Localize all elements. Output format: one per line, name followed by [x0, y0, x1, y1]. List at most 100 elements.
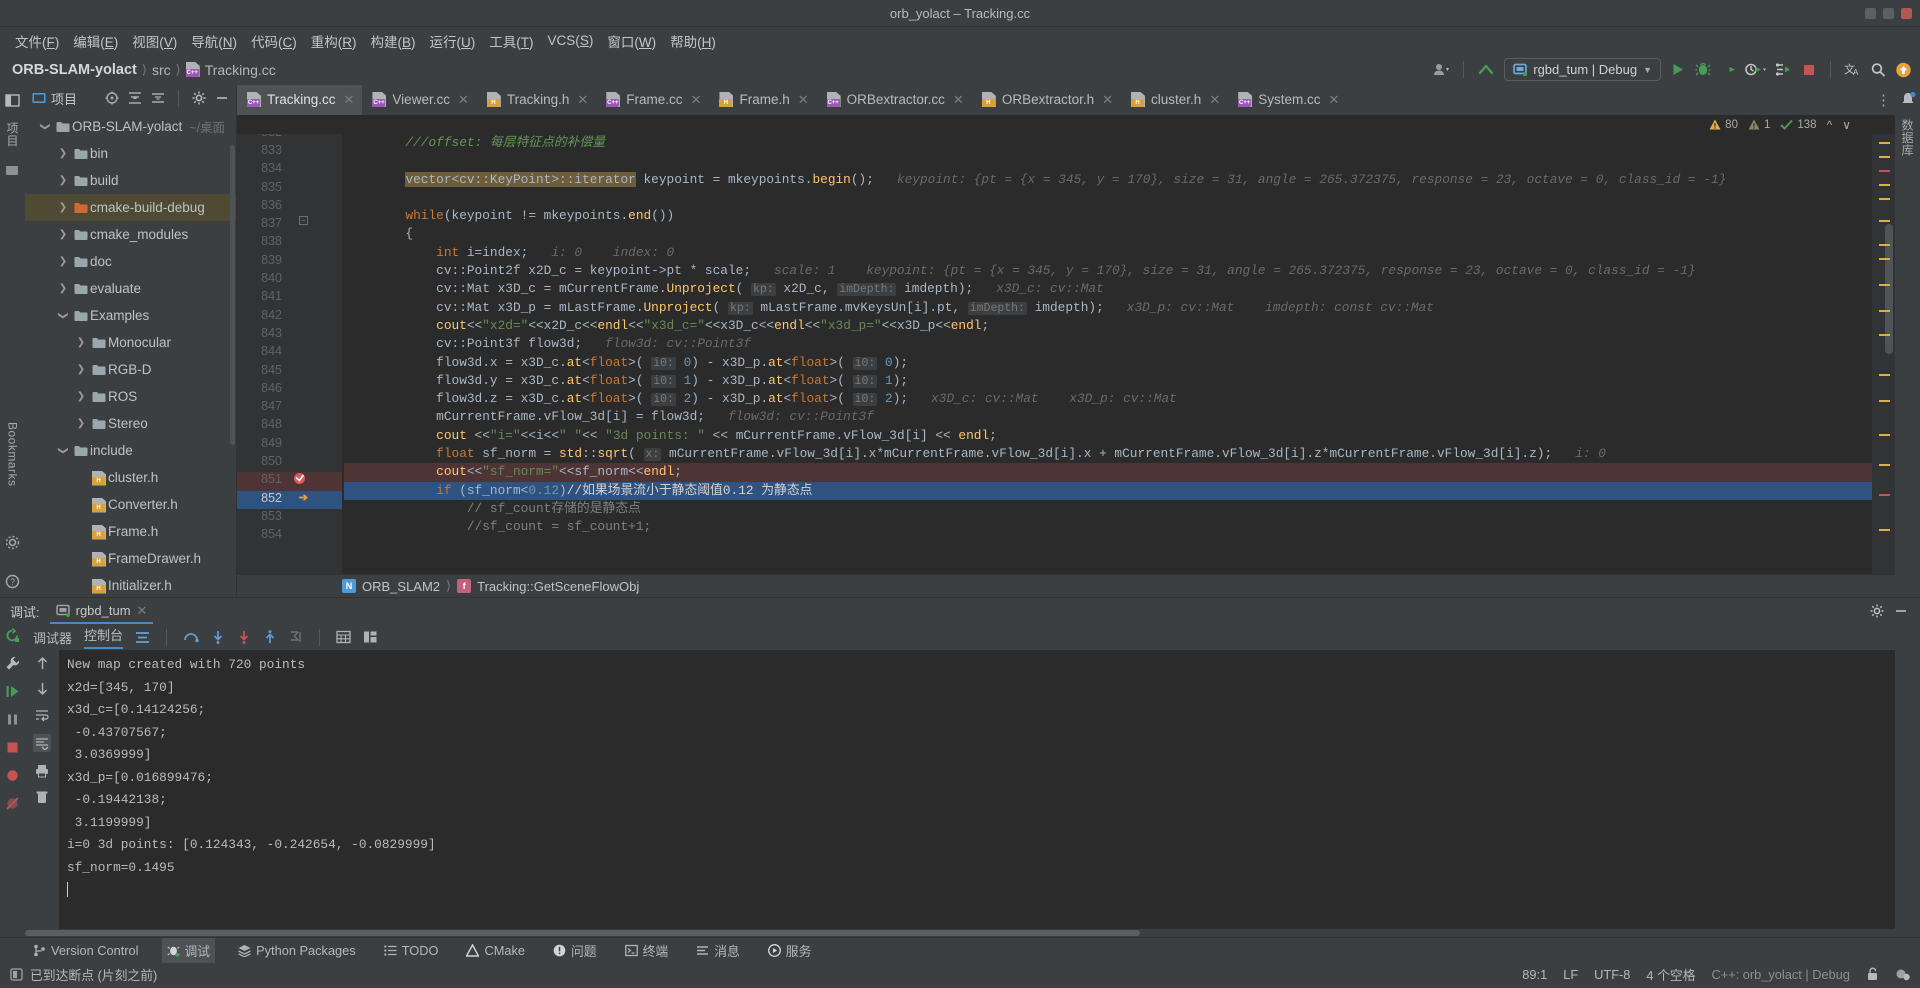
- annotation-mark[interactable]: [1879, 244, 1890, 246]
- clear-console-icon[interactable]: [35, 790, 49, 804]
- editor-annotation-strip[interactable]: [1872, 134, 1895, 574]
- run-configuration-selector[interactable]: rgbd_tum | Debug ▼: [1504, 58, 1661, 81]
- scroll-from-source-icon[interactable]: [105, 91, 119, 105]
- tree-node[interactable]: ❯ Stereo: [25, 410, 236, 437]
- annotation-mark[interactable]: [1879, 494, 1890, 496]
- chevron-right-icon[interactable]: ❯: [73, 418, 89, 429]
- annotation-mark[interactable]: [1879, 400, 1890, 402]
- layout-settings-icon[interactable]: [363, 630, 378, 644]
- pause-program-icon[interactable]: [5, 712, 20, 727]
- gutter-line-834[interactable]: 834: [237, 161, 342, 179]
- expand-all-icon[interactable]: [128, 91, 142, 105]
- menu-item-7[interactable]: 运行(U): [423, 28, 483, 54]
- chevron-down-icon[interactable]: ❮: [58, 443, 69, 459]
- annotation-mark[interactable]: [1879, 434, 1890, 436]
- close-icon[interactable]: ✕: [1209, 92, 1220, 108]
- code-line-839[interactable]: int i=index; i: 0 index: 0: [344, 244, 1872, 262]
- print-icon[interactable]: [35, 764, 49, 778]
- console-filter-icon[interactable]: [135, 631, 150, 644]
- editor-tab-cluster-h[interactable]: Hcluster.h ✕: [1121, 85, 1228, 115]
- close-button[interactable]: [1901, 8, 1912, 19]
- editor-tab-viewer-cc[interactable]: C++ Viewer.cc ✕: [362, 85, 476, 115]
- update-available-icon[interactable]: [1895, 62, 1912, 78]
- previous-problem-icon[interactable]: ^: [1827, 118, 1833, 132]
- tree-node[interactable]: ❯HInitializer.h: [25, 572, 236, 597]
- tree-node[interactable]: ❯ doc: [25, 248, 236, 275]
- chevron-right-icon[interactable]: ❯: [55, 283, 71, 294]
- debug-tab-控制台[interactable]: 控制台: [84, 625, 124, 649]
- gutter-line-854[interactable]: 854: [237, 527, 342, 545]
- code-line-838[interactable]: {: [344, 225, 1872, 243]
- gutter-line-843[interactable]: 843: [237, 326, 342, 344]
- attach-debugger-icon[interactable]: [1775, 62, 1792, 77]
- annotation-mark[interactable]: [1879, 258, 1890, 260]
- annotation-mark[interactable]: [1879, 198, 1890, 200]
- project-tool-window-icon[interactable]: [5, 93, 20, 108]
- gear-icon[interactable]: [1870, 604, 1884, 618]
- maximize-button[interactable]: [1883, 8, 1894, 19]
- gutter-line-835[interactable]: 835: [237, 180, 342, 198]
- breadcrumb-function[interactable]: Tracking::GetSceneFlowObj: [477, 579, 639, 594]
- breadcrumb-folder[interactable]: src: [152, 62, 171, 78]
- tree-node[interactable]: ❯ RGB-D: [25, 356, 236, 383]
- chevron-right-icon[interactable]: ❯: [73, 391, 89, 402]
- editor-tab-frame-h[interactable]: H Frame.h ✕: [709, 85, 816, 115]
- notifications-bell-icon[interactable]: [1900, 91, 1916, 107]
- hide-panel-icon[interactable]: [1894, 604, 1912, 618]
- status-message[interactable]: 已到达断点 (片刻之前): [30, 965, 157, 984]
- caret-position[interactable]: 89:1: [1522, 967, 1547, 982]
- annotation-mark[interactable]: [1879, 184, 1890, 186]
- gutter-line-838[interactable]: 838: [237, 234, 342, 252]
- gear-icon[interactable]: [192, 91, 206, 105]
- run-icon[interactable]: [1670, 62, 1686, 77]
- stop-icon[interactable]: [1801, 62, 1817, 77]
- language-context[interactable]: C++: orb_yolact | Debug: [1712, 967, 1851, 982]
- evaluate-expression-icon[interactable]: [336, 630, 351, 644]
- tree-node[interactable]: ❯Hcluster.h: [25, 464, 236, 491]
- lock-icon[interactable]: [1866, 967, 1879, 981]
- tree-node[interactable]: ❯ cmake_modules: [25, 221, 236, 248]
- soft-wrap-icon[interactable]: [35, 708, 49, 722]
- close-icon[interactable]: ✕: [577, 92, 588, 108]
- chevron-right-icon[interactable]: ❯: [55, 148, 71, 159]
- vcs-update-icon[interactable]: [1477, 62, 1495, 78]
- menu-item-3[interactable]: 导航(N): [184, 28, 244, 54]
- menu-item-0[interactable]: 文件(F): [8, 28, 66, 54]
- gutter-line-836[interactable]: 836: [237, 198, 342, 216]
- fold-marker-icon[interactable]: –: [299, 216, 308, 225]
- background-tasks-icon[interactable]: [1895, 967, 1910, 981]
- profiler-icon[interactable]: [1745, 62, 1766, 77]
- close-icon[interactable]: ✕: [1102, 92, 1113, 108]
- tree-node[interactable]: ❮ include: [25, 437, 236, 464]
- coverage-icon[interactable]: [1720, 62, 1736, 77]
- tree-node[interactable]: ❮ Examples: [25, 302, 236, 329]
- scroll-to-end-icon[interactable]: [33, 734, 51, 752]
- annotation-mark[interactable]: [1879, 284, 1890, 286]
- view-breakpoints-icon[interactable]: [5, 768, 20, 783]
- gutter-line-839[interactable]: 839: [237, 253, 342, 271]
- typo-count[interactable]: 138: [1780, 119, 1817, 131]
- code-line-836[interactable]: [344, 189, 1872, 207]
- editor-tab-tracking-h[interactable]: H Tracking.h ✕: [477, 85, 596, 115]
- menu-item-9[interactable]: VCS(S): [541, 30, 601, 51]
- next-problem-icon[interactable]: ∨: [1842, 118, 1851, 132]
- chevron-right-icon[interactable]: ❯: [55, 202, 71, 213]
- resume-program-icon[interactable]: [5, 684, 20, 699]
- tree-node[interactable]: ❯HFrame.h: [25, 518, 236, 545]
- code-line-852[interactable]: if (sf_norm<0.12)//如果场景流小于静态阈值0.12 为静态点: [344, 481, 1872, 500]
- code-line-854[interactable]: //sf_count = sf_count+1;: [344, 518, 1872, 536]
- tool-window-cmake[interactable]: CMake: [461, 940, 530, 961]
- right-strip-label-database[interactable]: 数据库: [1899, 119, 1916, 157]
- code-line-837[interactable]: while(keypoint != mkeypoints.end()): [344, 207, 1872, 225]
- annotation-mark[interactable]: [1879, 156, 1890, 158]
- code-line-850[interactable]: float sf_norm = std::sqrt( x: mCurrentFr…: [344, 445, 1872, 463]
- console-output[interactable]: New map created with 720 points x2d=[345,…: [59, 650, 1895, 929]
- step-over-icon[interactable]: [183, 630, 199, 644]
- gutter-line-853[interactable]: 853: [237, 509, 342, 527]
- code-line-842[interactable]: cv::Mat x3D_p = mLastFrame.Unproject( kp…: [344, 299, 1872, 317]
- scroll-down-icon[interactable]: [36, 682, 49, 696]
- tool-window-version-control[interactable]: Version Control: [28, 940, 144, 961]
- translate-icon[interactable]: 文A: [1844, 62, 1861, 77]
- structure-icon[interactable]: [5, 165, 20, 179]
- debug-tab-调试器[interactable]: 调试器: [33, 628, 72, 647]
